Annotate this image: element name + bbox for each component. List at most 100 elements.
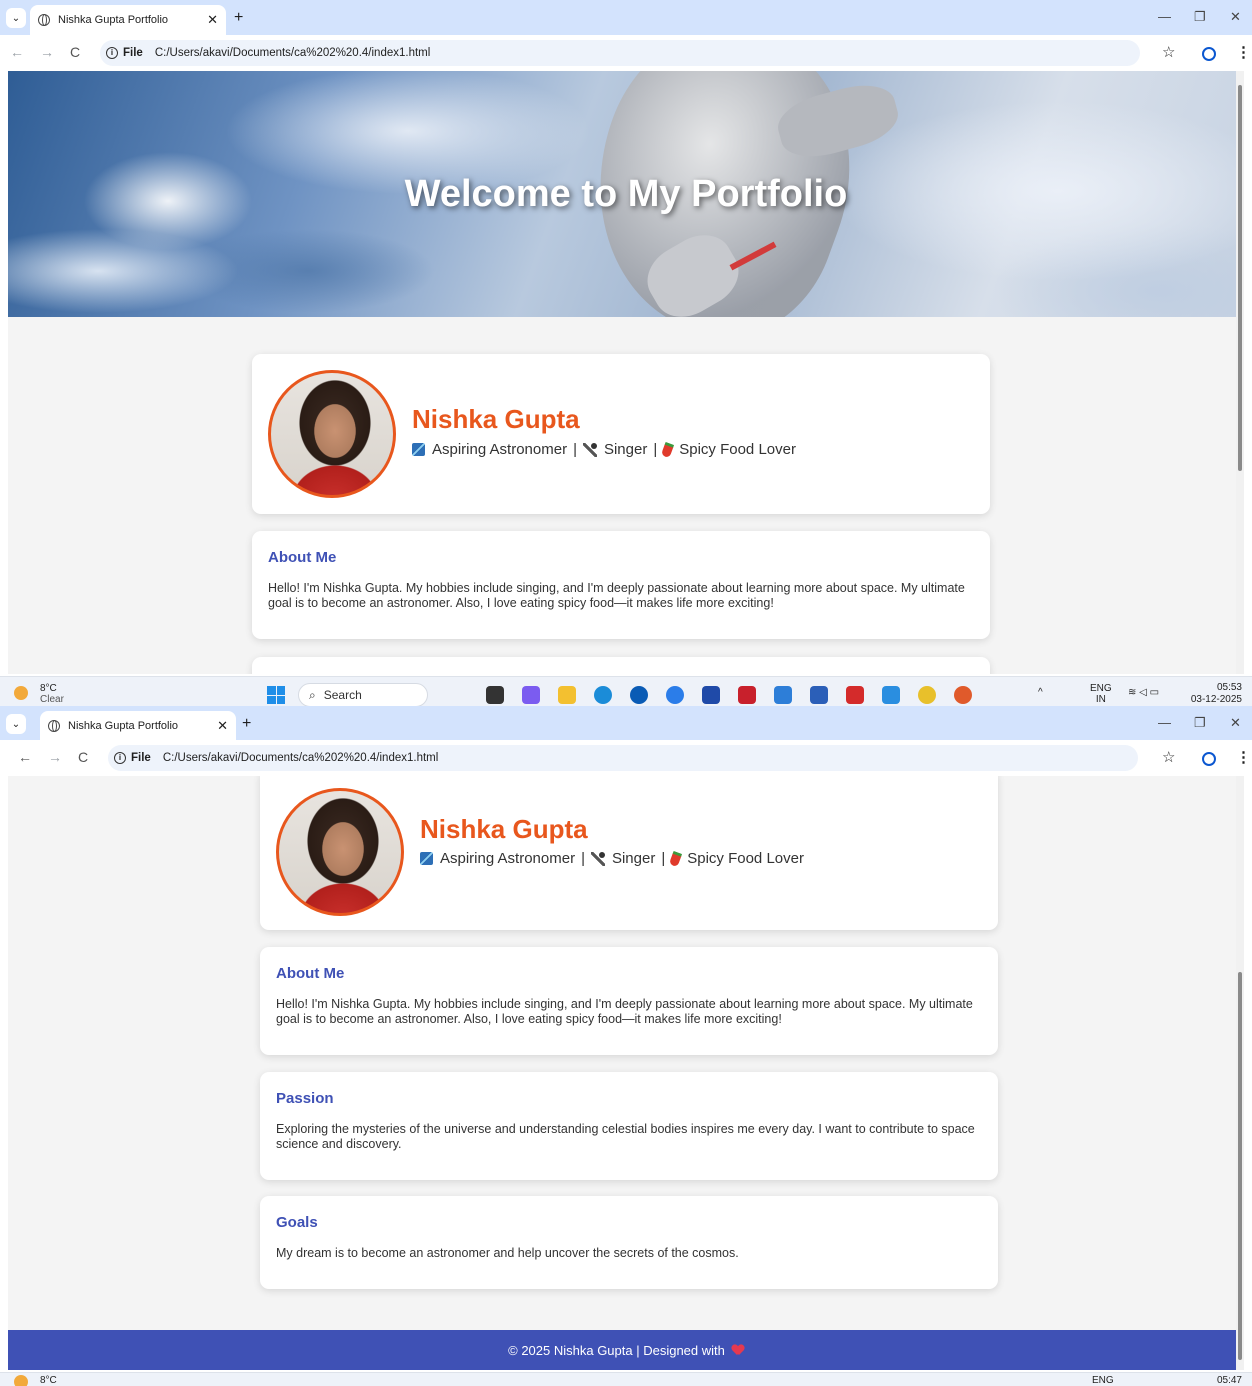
weather-moon-icon[interactable] xyxy=(14,1375,28,1386)
profile-tagline: Aspiring Astronomer | Singer | Spicy Foo… xyxy=(412,441,796,458)
file-chip: File xyxy=(123,47,143,59)
bookmark-star-icon[interactable]: ☆ xyxy=(1162,748,1175,766)
passion-text: Exploring the mysteries of the universe … xyxy=(276,1122,975,1151)
search-icon: ⌕ xyxy=(309,687,316,702)
outlook-icon[interactable] xyxy=(774,686,792,704)
chrome-icon[interactable] xyxy=(918,686,936,704)
footer-text: © 2025 Nishka Gupta | Designed with xyxy=(508,1342,725,1358)
profile-card: Nishka Gupta Aspiring Astronomer | Singe… xyxy=(252,354,990,514)
browser-tab[interactable]: Nishka Gupta Portfolio ✕ xyxy=(40,711,236,741)
new-tab-button[interactable]: + xyxy=(234,9,243,27)
tab-search-menu[interactable]: ⌄ xyxy=(6,8,26,28)
store-icon[interactable] xyxy=(702,686,720,704)
tab-search-menu[interactable]: ⌄ xyxy=(6,714,26,734)
close-tab-icon[interactable]: ✕ xyxy=(207,12,218,28)
scroll-thumb[interactable] xyxy=(1238,85,1242,471)
new-tab-button[interactable]: + xyxy=(242,715,251,733)
tab-strip: ⌄ Nishka Gupta Portfolio ✕ + — ❐ ✕ xyxy=(0,0,1252,35)
news-icon[interactable] xyxy=(666,686,684,704)
weather-moon-icon[interactable] xyxy=(14,686,28,700)
language-indicator[interactable]: ENG xyxy=(1092,1375,1114,1386)
tab-title: Nishka Gupta Portfolio xyxy=(68,720,179,732)
back-button[interactable]: ← xyxy=(10,44,24,60)
task-view-icon[interactable] xyxy=(486,686,504,704)
about-text: Hello! I'm Nishka Gupta. My hobbies incl… xyxy=(268,581,965,610)
clock[interactable]: 05:53 03-12-2025 xyxy=(1191,682,1242,706)
restore-button[interactable]: ❐ xyxy=(1194,9,1206,25)
microphone-icon xyxy=(582,442,597,457)
weather-widget[interactable]: 8°C xyxy=(40,1375,57,1386)
profile-icon[interactable] xyxy=(1202,752,1216,766)
close-window-button[interactable]: ✕ xyxy=(1230,715,1241,731)
copilot-icon[interactable] xyxy=(522,686,540,704)
weather-widget[interactable]: 8°C Clear xyxy=(40,683,64,705)
about-card: About Me Hello! I'm Nishka Gupta. My hob… xyxy=(252,531,990,639)
profile-card: Nishka Gupta Aspiring Astronomer | Singe… xyxy=(260,776,998,930)
file-explorer-icon[interactable] xyxy=(558,686,576,704)
clock[interactable]: 05:47 xyxy=(1217,1375,1242,1386)
vscode-icon[interactable] xyxy=(882,686,900,704)
reload-button[interactable]: C xyxy=(78,749,88,765)
avatar xyxy=(276,788,404,916)
satellite-icon xyxy=(412,443,425,456)
bookmark-star-icon[interactable]: ☆ xyxy=(1162,43,1175,61)
page-viewport[interactable]: Welcome to My Portfolio Nishka Gupta Asp… xyxy=(8,71,1244,674)
chili-pepper-icon xyxy=(669,850,683,867)
info-icon[interactable]: i xyxy=(114,752,126,764)
windows-start-icon[interactable] xyxy=(267,686,285,704)
chrome-active-icon[interactable] xyxy=(954,686,972,704)
forward-button[interactable]: → xyxy=(48,749,62,765)
browser-tab[interactable]: Nishka Gupta Portfolio ✕ xyxy=(30,5,226,35)
goals-card: Goals My dream is to become an astronome… xyxy=(260,1196,998,1289)
chili-pepper-icon xyxy=(661,441,675,458)
taskbar-search[interactable]: ⌕ Search xyxy=(298,683,428,707)
edge-icon[interactable] xyxy=(594,686,612,704)
url-field[interactable]: i File C:/Users/akavi/Documents/ca%202%2… xyxy=(108,745,1138,771)
heart-icon xyxy=(732,1345,744,1356)
hero-title: Welcome to My Portfolio xyxy=(404,173,848,215)
profile-tagline: Aspiring Astronomer | Singer | Spicy Foo… xyxy=(420,850,804,867)
page-viewport-2[interactable]: Nishka Gupta Aspiring Astronomer | Singe… xyxy=(8,776,1244,1370)
address-bar-2: ← → C i File C:/Users/akavi/Documents/ca… xyxy=(0,740,1252,776)
url-text: C:/Users/akavi/Documents/ca%202%20.4/ind… xyxy=(162,752,439,764)
microphone-icon xyxy=(590,851,605,866)
url-text: C:/Users/akavi/Documents/ca%202%20.4/ind… xyxy=(154,47,431,59)
about-card: About Me Hello! I'm Nishka Gupta. My hob… xyxy=(260,947,998,1055)
about-title: About Me xyxy=(268,549,337,566)
word-icon[interactable] xyxy=(810,686,828,704)
profile-icon[interactable] xyxy=(1202,47,1216,61)
reload-button[interactable]: C xyxy=(70,44,80,60)
tab-strip-2: ⌄ Nishka Gupta Portfolio ✕ + — ❐ ✕ xyxy=(0,706,1252,741)
hp-icon[interactable] xyxy=(630,686,648,704)
globe-icon xyxy=(38,14,50,26)
scroll-thumb[interactable] xyxy=(1238,972,1242,1360)
taskbar-2: 8°C ENG 05:47 xyxy=(0,1372,1252,1386)
passion-title: Passion xyxy=(276,1090,334,1107)
close-window-button[interactable]: ✕ xyxy=(1230,9,1241,25)
tray-chevron-icon[interactable]: ^ xyxy=(1038,687,1043,698)
url-field[interactable]: i File C:/Users/akavi/Documents/ca%202%2… xyxy=(100,40,1140,66)
close-tab-icon[interactable]: ✕ xyxy=(217,718,228,734)
passion-card-partial xyxy=(252,657,990,674)
info-icon[interactable]: i xyxy=(106,47,118,59)
acrobat-icon[interactable] xyxy=(846,686,864,704)
tab-title: Nishka Gupta Portfolio xyxy=(58,14,169,26)
minimize-button[interactable]: — xyxy=(1158,715,1171,730)
restore-button[interactable]: ❐ xyxy=(1194,715,1206,731)
file-chip: File xyxy=(131,752,151,764)
mcafee-icon[interactable] xyxy=(738,686,756,704)
menu-kebab-icon[interactable]: ⋮ xyxy=(1236,43,1251,61)
satellite-icon xyxy=(420,852,433,865)
wifi-volume-battery-icon[interactable]: ≋ ◁ ▭ xyxy=(1128,687,1159,698)
footer: © 2025 Nishka Gupta | Designed with xyxy=(8,1330,1244,1370)
hero-banner: Welcome to My Portfolio xyxy=(8,71,1244,317)
forward-button[interactable]: → xyxy=(40,44,54,60)
menu-kebab-icon[interactable]: ⋮ xyxy=(1236,748,1251,766)
scrollbar[interactable] xyxy=(1236,776,1244,1370)
scrollbar[interactable] xyxy=(1236,71,1244,674)
about-text: Hello! I'm Nishka Gupta. My hobbies incl… xyxy=(276,997,973,1026)
avatar xyxy=(268,370,396,498)
back-button[interactable]: ← xyxy=(18,749,32,765)
minimize-button[interactable]: — xyxy=(1158,9,1171,24)
language-indicator[interactable]: ENG IN xyxy=(1090,683,1112,705)
